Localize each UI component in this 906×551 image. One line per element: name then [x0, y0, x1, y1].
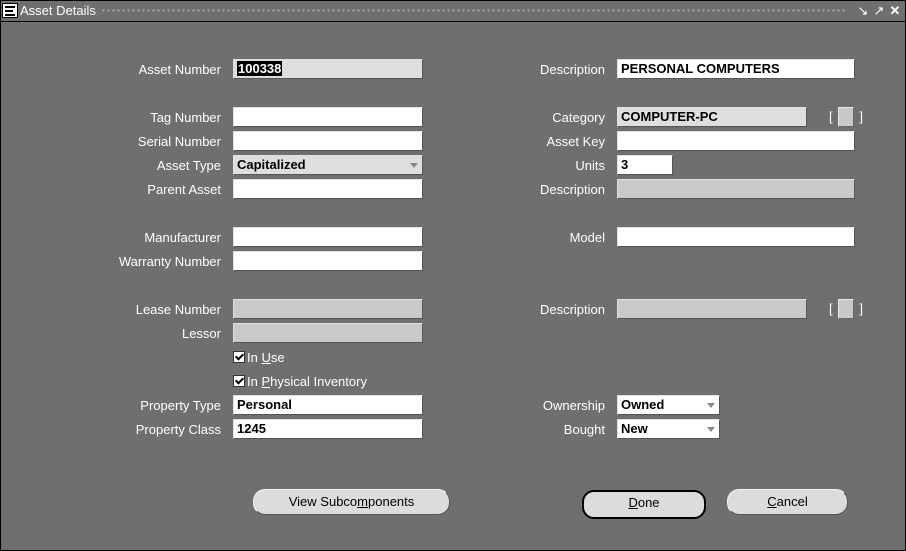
view-subcomponents-label-pre: View Subco: [288, 494, 358, 509]
minimize-icon[interactable]: ↘: [856, 3, 870, 18]
chevron-down-icon: [707, 427, 715, 432]
asset-type-label: Asset Type: [156, 158, 221, 173]
description-label: Description: [539, 62, 605, 77]
warranty-number-label: Warranty Number: [118, 254, 221, 269]
tag-number-field[interactable]: [233, 107, 423, 127]
description-field[interactable]: PERSONAL COMPUTERS: [617, 59, 855, 79]
lov-bracket-close: ]: [859, 301, 863, 316]
window-title: Asset Details: [20, 3, 96, 18]
manufacturer-field[interactable]: [233, 227, 423, 247]
lease-number-label: Lease Number: [135, 302, 221, 317]
model-label: Model: [569, 230, 605, 245]
in-use-label-post: se: [270, 350, 285, 365]
units-label: Units: [575, 158, 605, 173]
chevron-down-icon: [707, 403, 715, 408]
maximize-icon[interactable]: ↗: [872, 3, 886, 18]
serial-number-field[interactable]: [233, 131, 423, 151]
done-mnemonic: D: [628, 495, 638, 510]
asset-number-field[interactable]: 100338: [233, 59, 423, 79]
serial-number-label: Serial Number: [137, 134, 221, 149]
asset-number-value: 100338: [237, 61, 283, 76]
lov-icon: [838, 107, 854, 127]
units-field[interactable]: 3: [617, 155, 673, 175]
lessor-label: Lessor: [181, 326, 221, 341]
checkbox-checked-icon: [233, 375, 245, 387]
parent-asset-field[interactable]: [233, 179, 423, 199]
parent-description-field[interactable]: [617, 179, 855, 199]
in-physical-inventory-label-post: hysical Inventory: [270, 374, 367, 389]
ownership-label: Ownership: [542, 398, 605, 413]
property-type-field[interactable]: Personal: [233, 395, 423, 415]
bought-value: New: [621, 421, 648, 436]
asset-key-field[interactable]: [617, 131, 855, 151]
lov-icon: [838, 299, 854, 319]
asset-number-label: Asset Number: [138, 62, 221, 77]
asset-type-value: Capitalized: [237, 157, 306, 172]
asset-details-window: Asset Details ↘ ↗ ✕ Asset Number 100338 …: [0, 0, 906, 551]
in-use-label-pre: In: [247, 350, 262, 365]
property-class-label: Property Class: [135, 422, 221, 437]
lov-bracket-close: ]: [859, 109, 863, 124]
property-class-field[interactable]: 1245: [233, 419, 423, 439]
ownership-dropdown[interactable]: Owned: [617, 395, 720, 415]
in-physical-inventory-label-pre: In: [247, 374, 262, 389]
lessor-field[interactable]: [233, 323, 423, 343]
lease-number-field[interactable]: [233, 299, 423, 319]
checkbox-checked-icon: [233, 351, 245, 363]
in-physical-inventory-mnemonic: P: [261, 374, 271, 389]
category-field[interactable]: COMPUTER-PC: [617, 107, 807, 127]
bought-label: Bought: [563, 422, 605, 437]
chevron-down-icon: [410, 163, 418, 168]
lease-description-field[interactable]: [617, 299, 807, 319]
in-physical-inventory-checkbox[interactable]: In Physical Inventory: [233, 374, 367, 389]
model-field[interactable]: [617, 227, 855, 247]
tag-number-label: Tag Number: [150, 110, 221, 125]
category-label: Category: [552, 110, 605, 125]
manufacturer-label: Manufacturer: [144, 230, 221, 245]
title-bar-pattern: [101, 8, 846, 14]
title-bar[interactable]: Asset Details ↘ ↗ ✕: [1, 1, 905, 22]
view-subcomponents-label-post: ponents: [368, 494, 415, 509]
view-subcomponents-mnemonic: m: [357, 494, 368, 509]
lease-lov-button[interactable]: []: [829, 299, 863, 319]
lov-bracket-open: [: [829, 301, 833, 316]
lease-description-label: Description: [539, 302, 605, 317]
cancel-mnemonic: C: [767, 494, 777, 509]
asset-key-label: Asset Key: [546, 134, 605, 149]
asset-type-dropdown[interactable]: Capitalized: [233, 155, 423, 175]
lov-bracket-open: [: [829, 109, 833, 124]
category-lov-button[interactable]: []: [829, 107, 863, 127]
in-use-mnemonic: U: [261, 350, 271, 365]
in-use-checkbox[interactable]: In Use: [233, 350, 285, 365]
property-type-label: Property Type: [140, 398, 221, 413]
done-label-post: one: [637, 495, 660, 510]
close-icon[interactable]: ✕: [888, 3, 902, 18]
parent-description-label: Description: [539, 182, 605, 197]
bought-dropdown[interactable]: New: [617, 419, 720, 439]
app-icon: [2, 3, 18, 18]
warranty-number-field[interactable]: [233, 251, 423, 271]
cancel-button[interactable]: Cancel: [727, 489, 848, 515]
done-button[interactable]: Done: [582, 490, 706, 519]
ownership-value: Owned: [621, 397, 665, 412]
view-subcomponents-button[interactable]: View Subcomponents: [253, 489, 450, 515]
parent-asset-label: Parent Asset: [147, 182, 221, 197]
cancel-label-post: ancel: [776, 494, 808, 509]
